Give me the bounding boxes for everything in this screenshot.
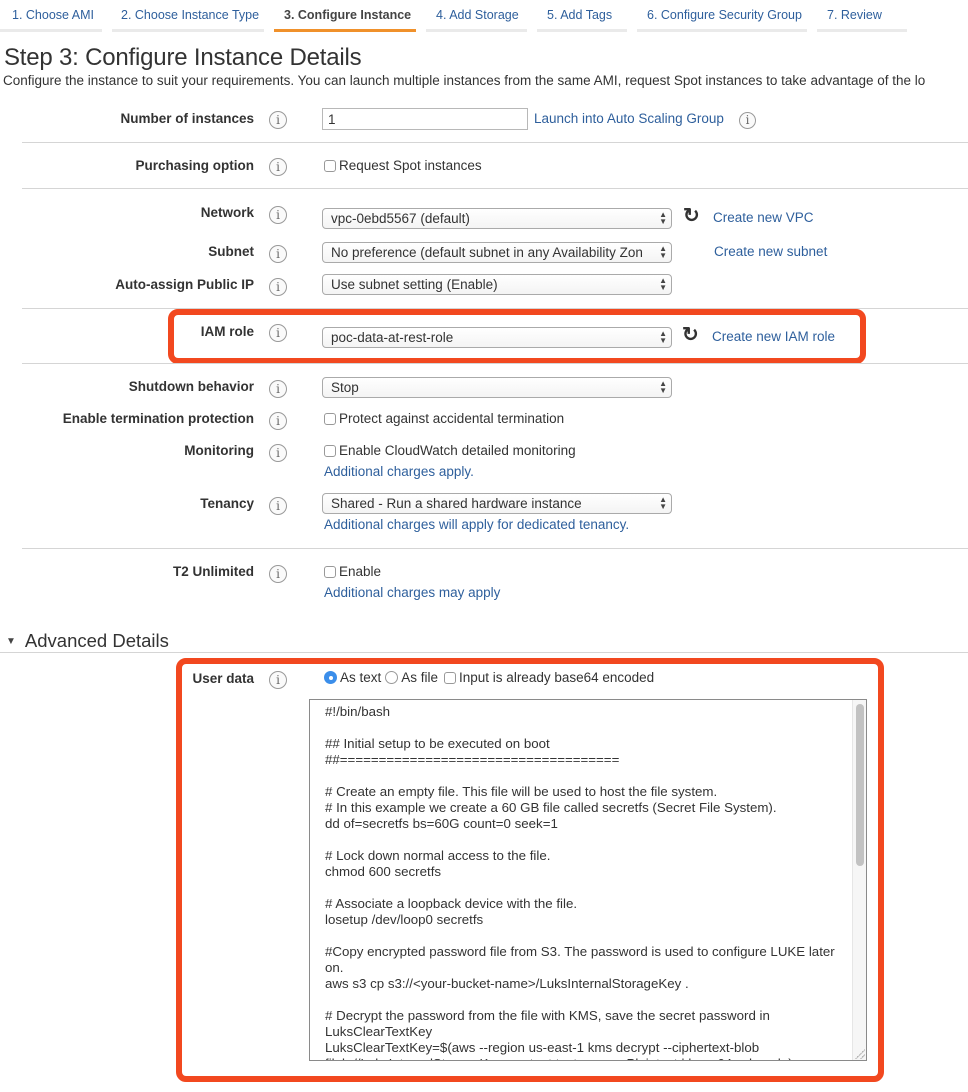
- tenancy-select[interactable]: Shared - Run a shared hardware instance …: [322, 493, 672, 514]
- divider: [0, 652, 968, 653]
- select-arrows-icon: ▲ ▼: [659, 210, 667, 226]
- tenancy-charges-link[interactable]: Additional charges will apply for dedica…: [324, 517, 629, 532]
- tab-review[interactable]: 7. Review: [817, 0, 907, 32]
- resize-grip-icon[interactable]: [855, 1049, 865, 1059]
- create-new-vpc-link[interactable]: Create new VPC: [713, 210, 814, 225]
- tab-configure-instance[interactable]: 3. Configure Instance: [274, 0, 416, 32]
- subnet-select[interactable]: No preference (default subnet in any Ava…: [322, 242, 672, 263]
- shutdown-behavior-label: Shutdown behavior: [128, 379, 254, 394]
- advanced-details-toggle[interactable]: ▼ Advanced Details: [6, 630, 169, 652]
- info-icon[interactable]: i: [269, 444, 287, 462]
- iam-role-label: IAM role: [200, 324, 254, 339]
- refresh-icon[interactable]: ↻: [682, 325, 699, 345]
- subnet-select-value: No preference (default subnet in any Ava…: [331, 245, 643, 260]
- network-select-value: vpc-0ebd5567 (default): [331, 211, 470, 226]
- purchasing-option-label: Purchasing option: [135, 158, 254, 173]
- divider: [22, 363, 968, 364]
- as-file-label: As file: [401, 670, 439, 685]
- textarea-scrollbar[interactable]: [852, 700, 866, 1060]
- shutdown-behavior-value: Stop: [331, 380, 359, 395]
- info-icon[interactable]: i: [269, 671, 287, 689]
- t2-unlimited-charges-link[interactable]: Additional charges may apply: [324, 585, 500, 600]
- info-icon[interactable]: i: [739, 112, 756, 129]
- monitoring-label: Monitoring: [184, 443, 254, 458]
- select-arrows-icon: ▲ ▼: [659, 329, 667, 345]
- user-data-label: User data: [192, 671, 254, 686]
- create-new-iam-role-link[interactable]: Create new IAM role: [712, 329, 835, 344]
- base64-label: Input is already base64 encoded: [459, 670, 655, 685]
- info-icon[interactable]: i: [269, 565, 287, 583]
- page-description: Configure the instance to suit your requ…: [3, 73, 926, 88]
- advanced-details-title: Advanced Details: [24, 630, 169, 651]
- t2-unlimited-row: Enable: [324, 564, 381, 579]
- termination-protection-label: Enable termination protection: [62, 411, 254, 426]
- user-data-options: As text As file Input is already base64 …: [324, 670, 654, 685]
- cloudwatch-monitoring-label: Enable CloudWatch detailed monitoring: [339, 443, 576, 458]
- tab-choose-ami[interactable]: 1. Choose AMI: [0, 0, 102, 32]
- network-select[interactable]: vpc-0ebd5567 (default) ▲ ▼: [322, 208, 672, 229]
- termination-protection-row: Protect against accidental termination: [324, 411, 564, 426]
- info-icon[interactable]: i: [269, 412, 287, 430]
- iam-role-select[interactable]: poc-data-at-rest-role ▲ ▼: [322, 327, 672, 348]
- info-icon[interactable]: i: [269, 324, 287, 342]
- info-icon[interactable]: i: [269, 206, 287, 224]
- as-text-label: As text: [340, 670, 382, 685]
- iam-role-value: poc-data-at-rest-role: [331, 330, 454, 345]
- tab-add-storage[interactable]: 4. Add Storage: [426, 0, 527, 32]
- page-title: Step 3: Configure Instance Details: [4, 44, 362, 71]
- collapse-triangle-icon: ▼: [6, 635, 16, 647]
- tab-configure-security-group[interactable]: 6. Configure Security Group: [637, 0, 807, 32]
- network-label: Network: [200, 205, 254, 220]
- info-icon[interactable]: i: [269, 497, 287, 515]
- info-icon[interactable]: i: [269, 245, 287, 263]
- auto-assign-public-ip-label: Auto-assign Public IP: [115, 277, 254, 292]
- divider: [22, 188, 968, 189]
- as-file-radio[interactable]: [385, 671, 399, 684]
- user-data-content: #!/bin/bash ## Initial setup to be execu…: [325, 704, 835, 1060]
- launch-auto-scaling-link[interactable]: Launch into Auto Scaling Group: [534, 111, 724, 126]
- request-spot-instances-checkbox[interactable]: [324, 159, 336, 172]
- monitoring-charges-link[interactable]: Additional charges apply.: [324, 464, 474, 479]
- info-icon[interactable]: i: [269, 380, 287, 398]
- termination-protection-checkbox-label: Protect against accidental termination: [339, 411, 565, 426]
- info-icon[interactable]: i: [269, 158, 287, 176]
- user-data-textarea[interactable]: #!/bin/bash ## Initial setup to be execu…: [309, 699, 867, 1061]
- request-spot-instances-label: Request Spot instances: [339, 158, 482, 173]
- auto-assign-public-ip-value: Use subnet setting (Enable): [331, 277, 498, 292]
- tab-choose-instance-type[interactable]: 2. Choose Instance Type: [112, 0, 264, 32]
- t2-unlimited-checkbox-label: Enable: [339, 564, 382, 579]
- subnet-label: Subnet: [208, 244, 254, 259]
- wizard-tabs: 1. Choose AMI 2. Choose Instance Type 3.…: [0, 0, 968, 32]
- request-spot-instances-row: Request Spot instances: [324, 158, 482, 173]
- scrollbar-thumb[interactable]: [856, 704, 864, 866]
- tab-add-tags[interactable]: 5. Add Tags: [537, 0, 627, 32]
- termination-protection-checkbox[interactable]: [324, 412, 336, 425]
- divider: [22, 548, 968, 549]
- base64-checkbox[interactable]: [444, 671, 457, 684]
- info-icon[interactable]: i: [269, 278, 287, 296]
- auto-assign-public-ip-select[interactable]: Use subnet setting (Enable) ▲ ▼: [322, 274, 672, 295]
- select-arrows-icon: ▲ ▼: [659, 276, 667, 292]
- cloudwatch-monitoring-checkbox[interactable]: [324, 444, 336, 457]
- monitoring-row: Enable CloudWatch detailed monitoring: [324, 443, 576, 458]
- info-icon[interactable]: i: [269, 111, 287, 129]
- create-new-subnet-link[interactable]: Create new subnet: [714, 244, 827, 259]
- as-text-radio[interactable]: [324, 671, 337, 684]
- shutdown-behavior-select[interactable]: Stop ▲ ▼: [322, 377, 672, 398]
- refresh-icon[interactable]: ↻: [683, 206, 700, 226]
- select-arrows-icon: ▲ ▼: [659, 244, 667, 260]
- number-of-instances-input[interactable]: [322, 108, 528, 130]
- select-arrows-icon: ▲ ▼: [659, 379, 667, 395]
- select-arrows-icon: ▲ ▼: [659, 495, 667, 511]
- t2-unlimited-checkbox[interactable]: [324, 565, 336, 578]
- t2-unlimited-label: T2 Unlimited: [172, 564, 254, 579]
- number-of-instances-label: Number of instances: [120, 111, 254, 126]
- divider: [22, 142, 968, 143]
- tenancy-value: Shared - Run a shared hardware instance: [331, 496, 582, 511]
- tenancy-label: Tenancy: [200, 496, 254, 511]
